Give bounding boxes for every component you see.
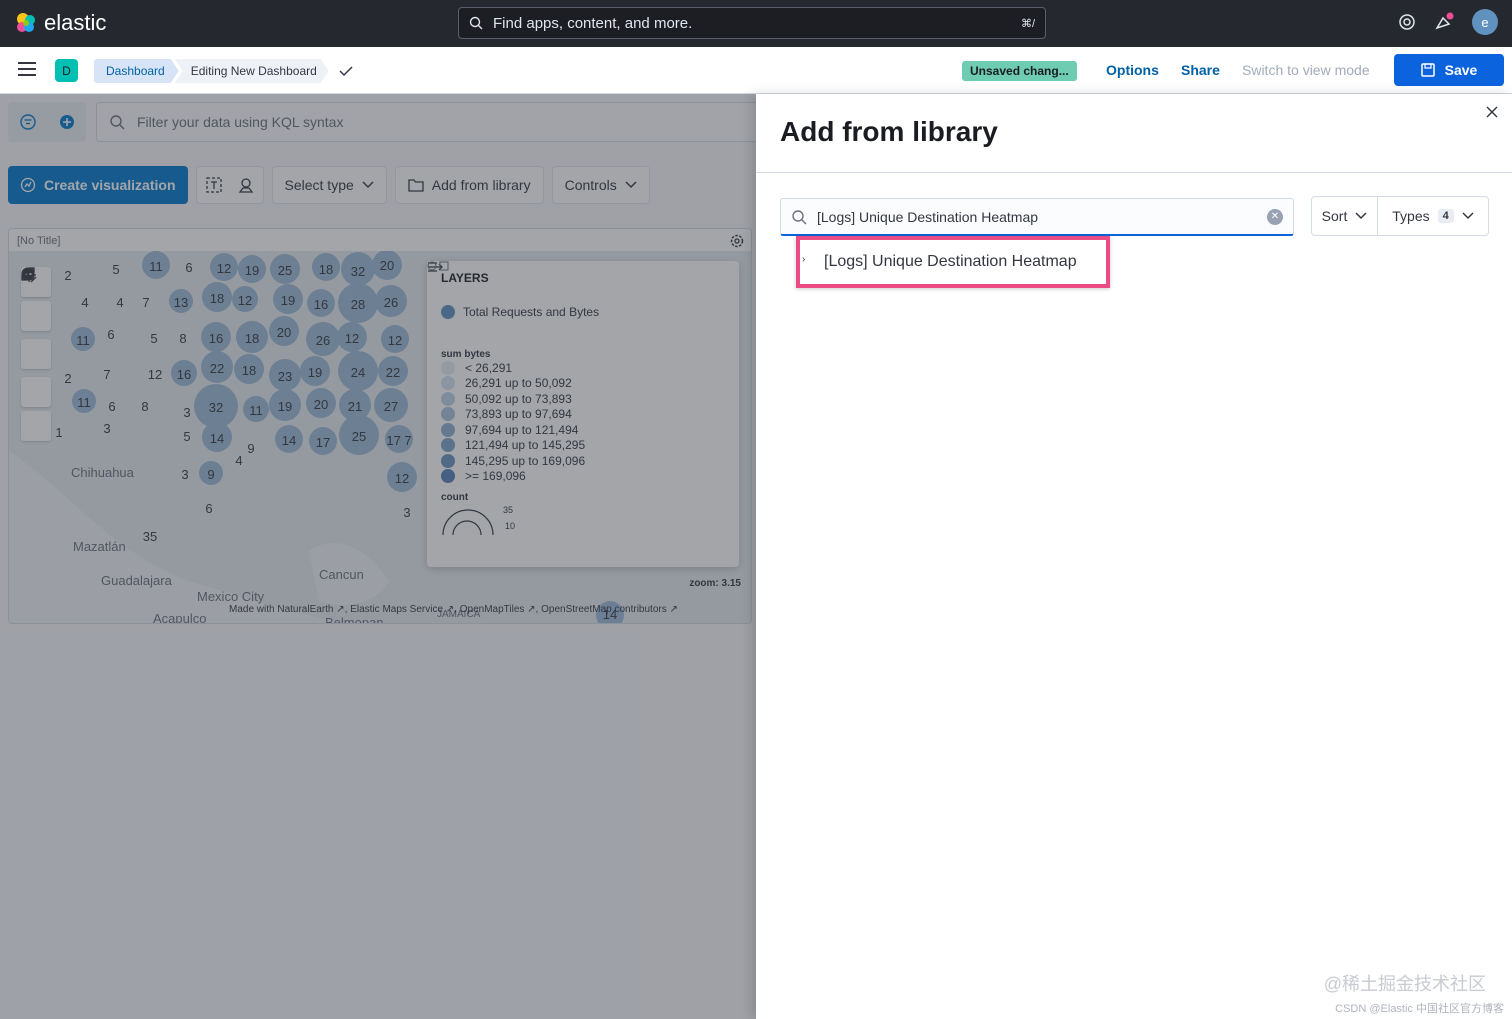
- types-count-badge: 4: [1437, 209, 1454, 223]
- clear-search-icon[interactable]: ✕: [1267, 208, 1283, 225]
- cursor-icon: ›: [802, 254, 806, 265]
- chevron-down-icon: [1355, 212, 1367, 220]
- space-avatar[interactable]: D: [55, 59, 78, 82]
- save-button[interactable]: Save: [1394, 54, 1504, 86]
- library-search[interactable]: ✕: [780, 198, 1294, 236]
- elastic-logo[interactable]: elastic: [14, 10, 106, 36]
- app-header: D Dashboard Editing New Dashboard Unsave…: [0, 47, 1512, 94]
- news-feed-icon[interactable]: [1434, 12, 1454, 32]
- global-search[interactable]: ⌘/: [458, 7, 1046, 39]
- sort-label: Sort: [1321, 208, 1348, 224]
- types-filter-button[interactable]: Types 4: [1378, 197, 1488, 235]
- breadcrumb-current: Editing New Dashboard: [175, 59, 329, 83]
- share-link[interactable]: Share: [1181, 62, 1220, 78]
- check-icon[interactable]: [339, 65, 353, 77]
- breadcrumb: Dashboard Editing New Dashboard: [94, 59, 353, 83]
- types-label: Types: [1392, 208, 1430, 224]
- search-shortcut: ⌘/: [1020, 17, 1035, 30]
- breadcrumb-dashboard[interactable]: Dashboard: [94, 59, 179, 83]
- watermark-csdn: CSDN @Elastic 中国社区官方博客: [1335, 1003, 1504, 1015]
- options-link[interactable]: Options: [1106, 62, 1159, 78]
- sort-button[interactable]: Sort: [1312, 197, 1378, 235]
- menu-icon[interactable]: [18, 61, 36, 77]
- sort-types-group: Sort Types 4: [1311, 196, 1489, 236]
- chevron-down-icon: [1462, 212, 1474, 220]
- switch-view-mode-link[interactable]: Switch to view mode: [1242, 62, 1370, 78]
- global-search-input[interactable]: [493, 14, 1021, 32]
- save-icon: [1420, 63, 1435, 77]
- help-icon[interactable]: [1398, 13, 1416, 31]
- brand-name: elastic: [44, 10, 107, 35]
- close-icon[interactable]: [1486, 106, 1498, 118]
- search-icon: [792, 209, 807, 224]
- library-search-input[interactable]: [817, 208, 1267, 225]
- save-label: Save: [1444, 62, 1478, 78]
- flyout-divider: [756, 172, 1512, 173]
- result-title: [Logs] Unique Destination Heatmap: [824, 253, 1077, 270]
- elastic-logo-icon: [17, 13, 35, 32]
- search-icon: [469, 16, 483, 30]
- add-from-library-flyout: Add from library ✕ Sort Types 4 [Logs] U…: [756, 94, 1512, 1019]
- unsaved-changes-badge: Unsaved chang...: [962, 61, 1077, 81]
- watermark: @稀土掘金技术社区: [1323, 974, 1486, 994]
- user-avatar[interactable]: e: [1472, 9, 1498, 35]
- global-header: elastic ⌘/ e: [0, 0, 1512, 47]
- flyout-overlay[interactable]: [0, 94, 756, 1019]
- library-result-item[interactable]: [Logs] Unique Destination Heatmap: [796, 236, 1110, 288]
- flyout-title: Add from library: [780, 116, 998, 147]
